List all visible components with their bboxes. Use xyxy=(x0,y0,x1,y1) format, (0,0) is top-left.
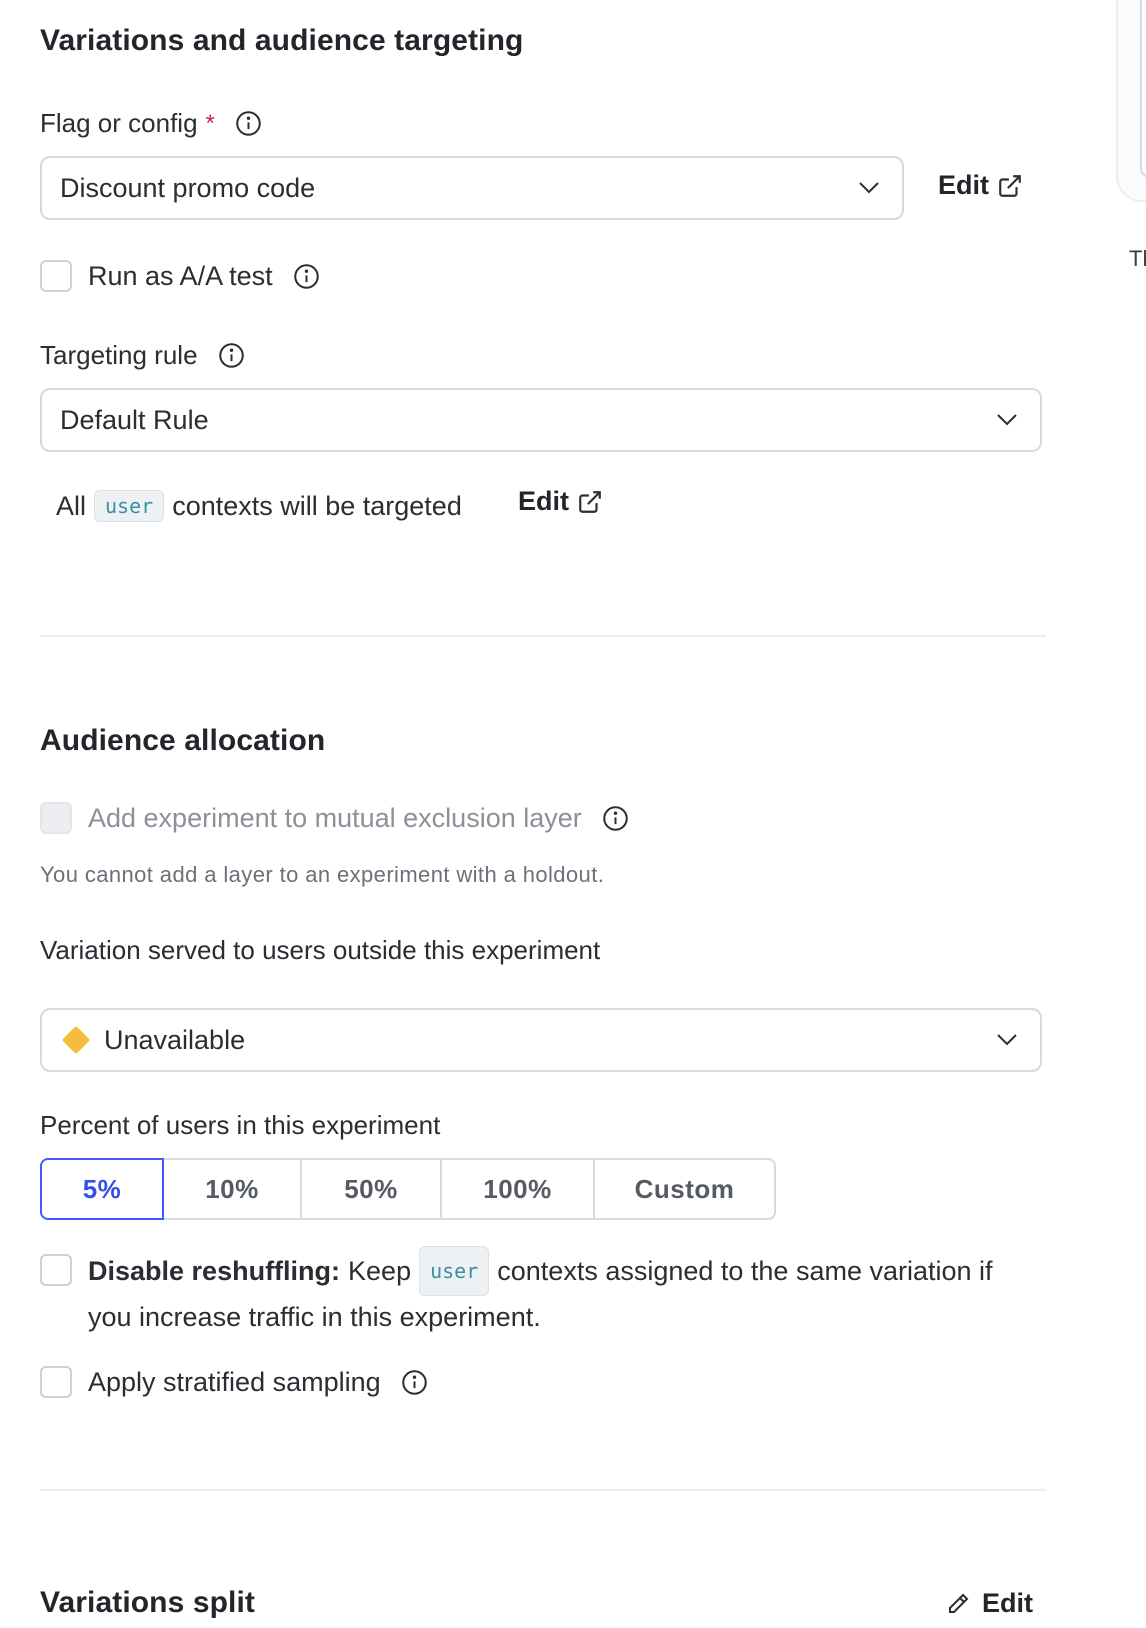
aa-test-checkbox[interactable] xyxy=(40,260,72,292)
rule-select-value: Default Rule xyxy=(60,404,209,435)
section-title-targeting: Variations and audience targeting xyxy=(40,24,524,57)
chevron-down-icon xyxy=(996,1033,1018,1047)
reshuffle-checkbox[interactable] xyxy=(40,1254,72,1286)
contexts-suffix: contexts will be targeted xyxy=(172,490,462,521)
reshuffle-row: Disable reshuffling: Keep user contexts … xyxy=(40,1246,993,1338)
percent-option-100[interactable]: 100% xyxy=(440,1158,595,1220)
layer-row: Add experiment to mutual exclusion layer xyxy=(40,802,629,834)
percent-option-10[interactable]: 10% xyxy=(162,1158,302,1220)
external-link-icon xyxy=(999,174,1021,197)
percent-label: Percent of users in this experiment xyxy=(40,1110,441,1140)
stratified-label: Apply stratified sampling xyxy=(88,1366,381,1397)
layer-checkbox[interactable] xyxy=(40,802,72,834)
rule-edit-label: Edit xyxy=(518,486,569,516)
percent-option-custom[interactable]: Custom xyxy=(593,1158,776,1220)
section-divider xyxy=(40,1489,1046,1491)
chevron-down-icon xyxy=(996,413,1018,427)
external-link-icon xyxy=(579,490,601,513)
info-icon[interactable] xyxy=(401,1369,428,1396)
reshuffle-post: contexts assigned to the same variation … xyxy=(497,1256,993,1286)
info-icon[interactable] xyxy=(293,263,320,290)
layer-note: You cannot add a layer to an experiment … xyxy=(40,862,605,887)
diamond-icon xyxy=(61,1025,91,1055)
flag-edit-link[interactable]: Edit xyxy=(938,170,1023,201)
context-kind-pill: user xyxy=(419,1246,490,1296)
info-icon[interactable] xyxy=(602,805,629,832)
flag-select[interactable]: Discount promo code xyxy=(40,156,904,220)
split-edit-label: Edit xyxy=(982,1588,1033,1618)
info-icon[interactable] xyxy=(235,110,262,137)
rule-edit-link[interactable]: Edit xyxy=(518,486,603,517)
stratified-checkbox[interactable] xyxy=(40,1366,72,1398)
split-edit-button[interactable]: Edit xyxy=(938,1588,1033,1619)
flag-edit-label: Edit xyxy=(938,170,989,200)
context-kind-pill: user xyxy=(94,490,165,522)
outside-variation-value: Unavailable xyxy=(104,1024,246,1055)
layer-label: Add experiment to mutual exclusion layer xyxy=(88,802,582,833)
rule-select[interactable]: Default Rule xyxy=(40,388,1042,452)
rule-label-text: Targeting rule xyxy=(40,340,198,370)
flag-select-value: Discount promo code xyxy=(60,172,316,203)
pencil-icon xyxy=(949,1593,969,1613)
percent-option-5[interactable]: 5% xyxy=(40,1158,164,1220)
section-title-split: Variations split xyxy=(40,1586,255,1619)
reshuffle-pre: Keep xyxy=(348,1256,412,1286)
contexts-prefix: All xyxy=(56,490,87,521)
outside-label: Variation served to users outside this e… xyxy=(40,935,601,965)
section-title-allocation: Audience allocation xyxy=(40,724,326,757)
reshuffle-line2: you increase traffic in this experiment. xyxy=(88,1302,541,1332)
flag-label-text: Flag or config xyxy=(40,108,198,138)
side-panel-input[interactable] xyxy=(1140,0,1146,178)
contexts-summary: All user contexts will be targeted xyxy=(56,490,462,522)
info-icon[interactable] xyxy=(218,342,245,369)
required-mark: * xyxy=(205,109,215,137)
outside-variation-select[interactable]: Unavailable xyxy=(40,1008,1042,1072)
stratified-row: Apply stratified sampling xyxy=(40,1366,428,1398)
percent-option-50[interactable]: 50% xyxy=(300,1158,442,1220)
section-divider xyxy=(40,635,1046,637)
reshuffle-bold: Disable reshuffling: xyxy=(88,1256,341,1286)
flag-label: Flag or config * xyxy=(40,108,262,139)
rule-label: Targeting rule xyxy=(40,340,245,371)
aa-test-row: Run as A/A test xyxy=(40,260,320,292)
aa-test-label: Run as A/A test xyxy=(88,260,273,291)
side-panel-text: Th xyxy=(1129,246,1146,271)
percent-segmented-control: 5% 10% 50% 100% Custom xyxy=(40,1158,776,1220)
chevron-down-icon xyxy=(858,181,880,195)
reshuffle-text: Disable reshuffling: Keep user contexts … xyxy=(88,1246,993,1338)
